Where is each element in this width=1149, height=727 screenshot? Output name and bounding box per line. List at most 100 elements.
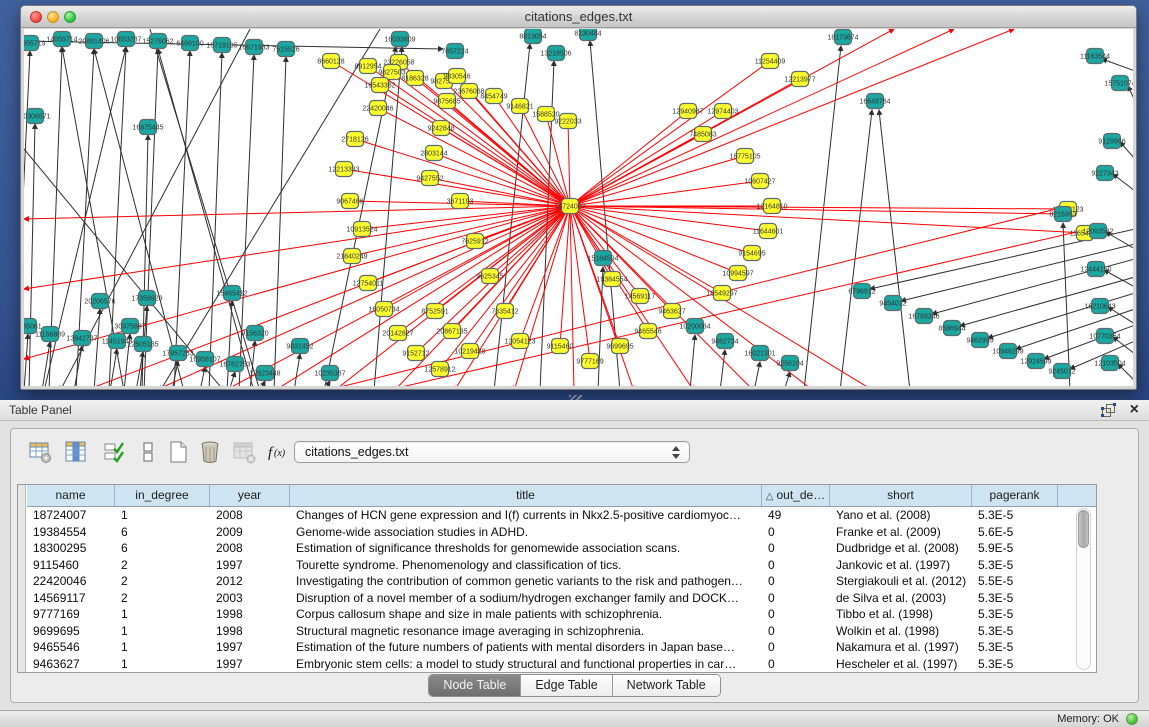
- graph-node[interactable]: 20206576: [84, 294, 115, 309]
- column-header-pagerank[interactable]: pagerank: [972, 485, 1058, 506]
- minimize-button[interactable]: [47, 11, 59, 23]
- table-cell[interactable]: Estimation of significance thresholds fo…: [290, 540, 762, 557]
- graph-node[interactable]: 12164810: [756, 199, 787, 214]
- table-cell[interactable]: 5.5E-5: [972, 573, 1058, 590]
- table-cell[interactable]: 1: [115, 606, 210, 623]
- table-cell[interactable]: 9777169: [27, 606, 115, 623]
- table-cell[interactable]: 2008: [210, 540, 290, 557]
- import-table-icon[interactable]: [231, 439, 257, 465]
- graph-node[interactable]: 10946299: [992, 344, 1023, 359]
- column-header-out_de[interactable]: △out_de…: [762, 485, 830, 506]
- table-cell[interactable]: 5.3E-5: [972, 639, 1058, 656]
- table-cell[interactable]: 22420046: [27, 573, 115, 590]
- graph-node[interactable]: 2718126: [341, 132, 368, 147]
- graph-edge[interactable]: [260, 381, 265, 386]
- table-cell[interactable]: 5.3E-5: [972, 590, 1058, 607]
- graph-node[interactable]: 8660128: [317, 54, 344, 69]
- graph-edge[interactable]: [598, 267, 603, 386]
- graph-node[interactable]: 16648784: [859, 94, 890, 109]
- graph-node[interactable]: 12103504: [1094, 356, 1125, 371]
- graph-node[interactable]: 3671193: [447, 194, 474, 209]
- graph-edge-selected[interactable]: [380, 85, 570, 206]
- table-scrollbar[interactable]: [1076, 508, 1091, 670]
- graph-node[interactable]: 18775105: [729, 149, 760, 164]
- new-table-icon[interactable]: [165, 439, 191, 465]
- table-cell[interactable]: 2009: [210, 524, 290, 541]
- graph-node[interactable]: 12578912: [424, 362, 455, 377]
- table-cell[interactable]: Yano et al. (2008): [830, 507, 972, 524]
- graph-node[interactable]: 12444150: [1080, 262, 1111, 277]
- float-panel-icon[interactable]: [1101, 403, 1116, 417]
- graph-edge-selected[interactable]: [24, 206, 570, 219]
- split-view-icon[interactable]: [135, 439, 161, 465]
- table-cell[interactable]: 2003: [210, 590, 290, 607]
- graph-edge[interactable]: [229, 372, 235, 386]
- graph-node[interactable]: 8813054: [519, 29, 546, 44]
- table-cell[interactable]: 2: [115, 573, 210, 590]
- graph-node[interactable]: 10235387: [314, 366, 345, 381]
- graph-node[interactable]: 20142827: [382, 326, 413, 341]
- table-cell[interactable]: Franke et al. (2009): [830, 524, 972, 541]
- table-cell[interactable]: de Silva et al. (2003): [830, 590, 972, 607]
- table-settings-icon[interactable]: [27, 439, 53, 465]
- tab-node-table[interactable]: Node Table: [429, 675, 521, 696]
- graph-edge[interactable]: [158, 49, 254, 386]
- graph-edge[interactable]: [879, 110, 910, 386]
- graph-edge-selected[interactable]: [570, 156, 745, 206]
- table-row[interactable]: 946362711997Embryonic stem cells: a mode…: [27, 656, 1096, 673]
- table-cell[interactable]: 5.6E-5: [972, 524, 1058, 541]
- table-cell[interactable]: 49: [762, 507, 830, 524]
- table-cell[interactable]: Structural magnetic resonance image aver…: [290, 623, 762, 640]
- table-row[interactable]: 969969511998Structural magnetic resonanc…: [27, 623, 1096, 640]
- table-cell[interactable]: Genome-wide association studies in ADHD.: [290, 524, 762, 541]
- table-cell[interactable]: 5.9E-5: [972, 540, 1058, 557]
- graph-edge[interactable]: [784, 372, 790, 386]
- table-cell[interactable]: 6: [115, 524, 210, 541]
- table-row[interactable]: 1830029562008Estimation of significance …: [27, 540, 1096, 557]
- column-header-year[interactable]: year: [210, 485, 290, 506]
- table-cell[interactable]: 1997: [210, 557, 290, 574]
- table-cell[interactable]: 1: [115, 623, 210, 640]
- table-cell[interactable]: 2012: [210, 573, 290, 590]
- table-cell[interactable]: Investigating the contribution of common…: [290, 573, 762, 590]
- graph-edge-selected[interactable]: [568, 121, 570, 206]
- graph-node[interactable]: 16050734: [368, 302, 399, 317]
- graph-node[interactable]: 18173674: [827, 30, 858, 45]
- table-cell[interactable]: 14569117: [27, 590, 115, 607]
- table-cell[interactable]: 0: [762, 557, 830, 574]
- graph-node[interactable]: 12754011: [353, 276, 384, 291]
- graph-edge-selected[interactable]: [570, 111, 688, 206]
- table-row[interactable]: 1938455462009Genome-wide association stu…: [27, 524, 1096, 541]
- graph-node[interactable]: 9699695: [606, 339, 633, 354]
- graph-edge-selected[interactable]: [570, 111, 723, 206]
- table-row[interactable]: 977716911998Corpus callosum shape and si…: [27, 606, 1096, 623]
- graph-edge[interactable]: [690, 335, 695, 386]
- graph-node[interactable]: 10607427: [744, 174, 775, 189]
- table-scrollbar-thumb[interactable]: [1078, 510, 1089, 548]
- graph-node[interactable]: 9256104: [776, 356, 803, 371]
- graph-node[interactable]: 9454012: [879, 296, 906, 311]
- graph-node[interactable]: 16033809: [384, 32, 415, 47]
- graph-node[interactable]: 2803144: [420, 146, 447, 161]
- graph-node[interactable]: 9462734: [711, 334, 738, 349]
- graph-edge[interactable]: [174, 51, 190, 386]
- table-cell[interactable]: 0: [762, 623, 830, 640]
- table-cell[interactable]: 9699695: [27, 623, 115, 640]
- graph-node[interactable]: 9067466: [336, 194, 363, 209]
- close-button[interactable]: [30, 11, 42, 23]
- table-cell[interactable]: Estimation of the future numbers of pati…: [290, 639, 762, 656]
- table-cell[interactable]: Tourette syndrome. Phenomenology and cla…: [290, 557, 762, 574]
- graph-edge[interactable]: [1016, 309, 1133, 349]
- graph-edge-selected[interactable]: [560, 206, 570, 346]
- graph-node[interactable]: 12924599: [1020, 354, 1051, 369]
- function-builder-icon[interactable]: f(x): [265, 439, 291, 465]
- table-cell[interactable]: 19384554: [27, 524, 115, 541]
- column-header-title[interactable]: title: [290, 485, 762, 506]
- graph-node[interactable]: 9156320: [241, 326, 268, 341]
- table-cell[interactable]: 5.3E-5: [972, 557, 1058, 574]
- zoom-button[interactable]: [64, 11, 76, 23]
- graph-edge-selected[interactable]: [224, 206, 570, 386]
- table-row[interactable]: 946554611997Estimation of the future num…: [27, 639, 1096, 656]
- network-graph[interactable]: 1872400786601288912954232260589827503165…: [24, 29, 1133, 386]
- graph-node[interactable]: 11254409: [755, 54, 786, 69]
